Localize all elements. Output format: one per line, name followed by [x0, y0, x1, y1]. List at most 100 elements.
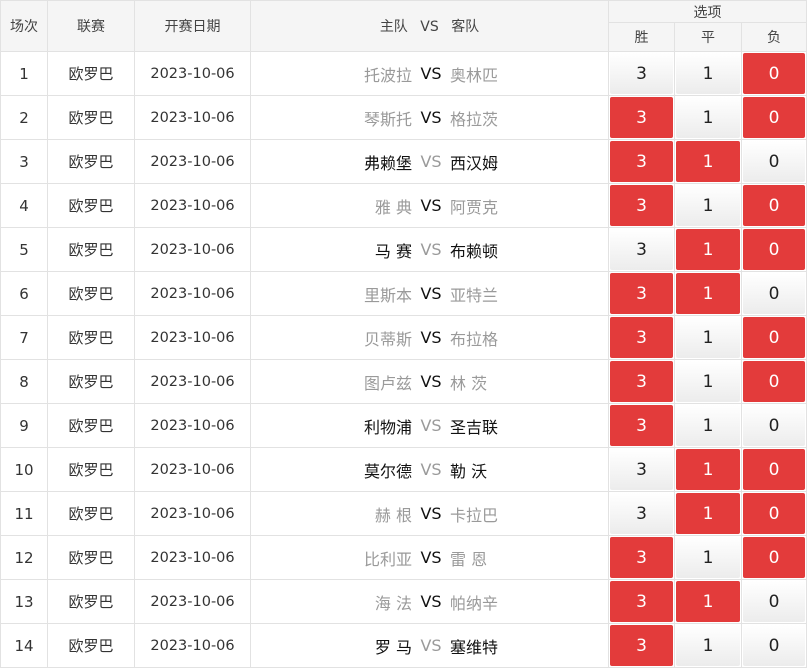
option-win-button[interactable]: 3	[610, 361, 673, 402]
table-row: 5 欧罗巴 2023-10-06 马 赛 VS 布赖顿 3 1 0	[0, 227, 808, 272]
vs-label: VS	[420, 504, 442, 523]
option-cell-win: 3	[608, 403, 675, 448]
option-draw-button[interactable]: 1	[676, 273, 740, 314]
away-team: 帕纳辛	[450, 593, 499, 613]
match-index: 1	[0, 51, 48, 96]
option-win-button[interactable]: 3	[610, 493, 673, 534]
match-date: 2023-10-06	[134, 139, 251, 184]
match-teams: 雅 典 VS 阿贾克	[251, 194, 608, 218]
match-date: 2023-10-06	[134, 403, 251, 448]
option-win-button[interactable]: 3	[610, 185, 673, 226]
home-team: 罗 马	[374, 637, 412, 657]
option-draw-button[interactable]: 1	[676, 97, 740, 138]
away-team: 亚特兰	[450, 285, 499, 305]
home-team: 利物浦	[363, 417, 412, 437]
option-lose-button[interactable]: 0	[743, 229, 806, 270]
option-lose-button[interactable]: 0	[743, 537, 806, 578]
away-team: 西汉姆	[450, 153, 499, 173]
league-name: 欧罗巴	[47, 315, 135, 360]
option-lose-button[interactable]: 0	[743, 185, 806, 226]
match-teams: 莫尔德 VS 勒 沃	[251, 458, 608, 482]
header-win: 胜	[608, 22, 675, 52]
option-lose-button[interactable]: 0	[743, 449, 806, 490]
option-win-button[interactable]: 3	[610, 53, 673, 94]
table-row: 6 欧罗巴 2023-10-06 里斯本 VS 亚特兰 3 1 0	[0, 271, 808, 316]
table-row: 12 欧罗巴 2023-10-06 比利亚 VS 雷 恩 310	[0, 535, 808, 580]
league-name: 欧罗巴	[47, 183, 135, 228]
option-lose-button[interactable]: 0	[743, 405, 806, 446]
option-cell-draw: 1	[674, 359, 742, 404]
match-date: 2023-10-06	[134, 183, 251, 228]
header-date: 开赛日期	[134, 0, 251, 52]
header-index: 场次	[0, 0, 48, 52]
away-team: 雷 恩	[450, 549, 488, 569]
match-index: 6	[0, 271, 48, 316]
option-draw-button[interactable]: 1	[676, 625, 740, 666]
option-draw-button[interactable]: 1	[676, 581, 740, 622]
option-draw-button[interactable]: 1	[676, 449, 740, 490]
option-lose-button[interactable]: 0	[743, 53, 806, 94]
option-draw-button[interactable]: 1	[676, 317, 740, 358]
match-index: 11	[0, 491, 48, 536]
league-name: 欧罗巴	[47, 579, 135, 624]
option-draw-button[interactable]: 1	[676, 185, 740, 226]
vs-label: VS	[420, 196, 442, 215]
option-lose-button[interactable]: 0	[743, 625, 806, 666]
home-team: 马 赛	[374, 241, 412, 261]
league-name: 欧罗巴	[47, 51, 135, 96]
header-match: 主队 VS 客队	[250, 0, 609, 52]
option-win-button[interactable]: 3	[610, 229, 673, 270]
option-cell-draw: 1	[674, 139, 742, 184]
table-header: 场次 联赛 开赛日期 主队 VS 客队 选项 胜 平 负	[0, 0, 808, 52]
option-win-button[interactable]: 3	[610, 317, 673, 358]
vs-label: VS	[420, 328, 442, 347]
option-lose-button[interactable]: 0	[743, 361, 806, 402]
vs-label: VS	[420, 284, 442, 303]
option-cell-draw: 1	[674, 95, 742, 140]
option-cell-lose: 0	[740, 139, 808, 184]
option-cell-win: 3	[608, 359, 675, 404]
match-index: 13	[0, 579, 48, 624]
away-team: 圣吉联	[450, 417, 499, 437]
option-win-button[interactable]: 3	[610, 141, 673, 182]
header-home: 主队	[379, 19, 408, 35]
table-row: 10 欧罗巴 2023-10-06 莫尔德 VS 勒 沃310	[0, 447, 808, 492]
option-win-button[interactable]: 3	[610, 405, 673, 446]
option-cell-lose: 0	[740, 579, 808, 624]
option-lose-button[interactable]: 0	[743, 581, 806, 622]
option-draw-button[interactable]: 1	[676, 537, 740, 578]
option-lose-button[interactable]: 0	[743, 141, 806, 182]
match-cell: 马 赛 VS 布赖顿	[250, 227, 609, 272]
option-win-button[interactable]: 3	[610, 581, 673, 622]
match-teams: 贝蒂斯 VS 布拉格	[251, 326, 608, 350]
match-table: 场次 联赛 开赛日期 主队 VS 客队 选项 胜 平 负 1 欧罗巴 2023-10…	[0, 0, 808, 668]
league-name: 欧罗巴	[47, 491, 135, 536]
vs-label: VS	[420, 460, 442, 479]
option-cell-lose: 0	[740, 403, 808, 448]
option-win-button[interactable]: 3	[610, 537, 673, 578]
table-row: 2 欧罗巴 2023-10-06 琴斯托 VS 格拉茨 3 1 0	[0, 95, 808, 140]
home-team: 里斯本	[363, 285, 412, 305]
option-win-button[interactable]: 3	[610, 449, 673, 490]
option-win-button[interactable]: 3	[610, 625, 673, 666]
option-lose-button[interactable]: 0	[743, 97, 806, 138]
option-win-button[interactable]: 3	[610, 97, 673, 138]
match-teams: 海 法 VS 帕纳辛	[251, 590, 608, 614]
option-cell-draw: 1	[674, 315, 742, 360]
vs-label: VS	[420, 636, 442, 655]
option-draw-button[interactable]: 1	[676, 53, 740, 94]
option-lose-button[interactable]: 0	[743, 493, 806, 534]
option-lose-button[interactable]: 0	[743, 317, 806, 358]
home-team: 琴斯托	[363, 109, 412, 129]
option-draw-button[interactable]: 1	[676, 141, 740, 182]
option-win-button[interactable]: 3	[610, 273, 673, 314]
option-lose-button[interactable]: 0	[743, 273, 806, 314]
away-team: 勒 沃	[450, 461, 488, 481]
option-draw-button[interactable]: 1	[676, 229, 740, 270]
option-draw-button[interactable]: 1	[676, 405, 740, 446]
option-cell-lose: 0	[740, 183, 808, 228]
option-draw-button[interactable]: 1	[676, 493, 740, 534]
league-name: 欧罗巴	[47, 271, 135, 316]
match-teams: 罗 马 VS 塞维特	[251, 634, 608, 658]
option-draw-button[interactable]: 1	[676, 361, 740, 402]
